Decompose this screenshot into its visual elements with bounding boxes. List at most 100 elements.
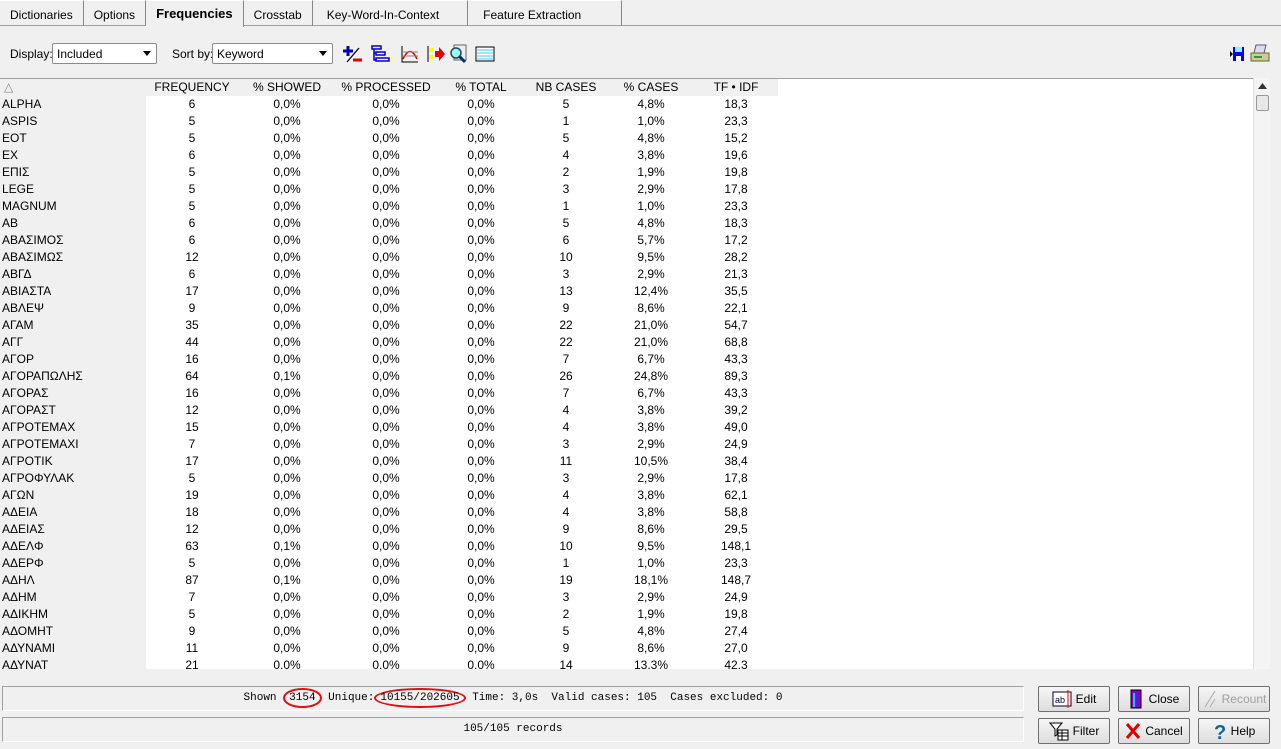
value-cell: 18 [185, 505, 199, 519]
value-cell: 19,8 [724, 165, 748, 179]
table-row[interactable]: ALPHA 6 0,0% 0,0% 0,0% 5 4,8% 18,3 [0, 96, 780, 113]
shown-label: Shown [243, 692, 277, 704]
value-cell: 0,0% [372, 216, 400, 230]
close-button[interactable]: Close [1118, 686, 1190, 712]
filter-button[interactable]: Filter [1038, 718, 1110, 744]
help-button[interactable]: ? Help [1198, 718, 1270, 744]
table-row[interactable]: ΑΓΡΟΤΕΜΑΧΙ 7 0,0% 0,0% 0,0% 3 2,9% 24,9 [0, 436, 780, 453]
value-cell: 5 [188, 607, 196, 621]
value-cell: 0,0% [372, 454, 400, 468]
value-cell: 42,3 [724, 658, 748, 669]
recount-button[interactable]: Recount [1198, 686, 1270, 712]
table-row[interactable]: ΑΔΟΜΗΤ 9 0,0% 0,0% 0,0% 5 4,8% 27,4 [0, 623, 780, 640]
value-cell: 0,0% [372, 607, 400, 621]
table-row[interactable]: ΑΓΡΟΦΥΛΑΚ 5 0,0% 0,0% 0,0% 3 2,9% 17,8 [0, 470, 780, 487]
table-row[interactable]: ΑΔΗΛ 87 0,1% 0,0% 0,0% 19 18,1% 148,7 [0, 572, 780, 589]
table-row[interactable]: AB 6 0,0% 0,0% 0,0% 5 4,8% 18,3 [0, 215, 780, 232]
table-row[interactable]: ΑΒΓΔ 6 0,0% 0,0% 0,0% 3 2,9% 21,3 [0, 266, 780, 283]
print-icon[interactable] [1250, 44, 1270, 64]
value-cell: 7 [188, 437, 196, 451]
table-row[interactable]: ΑΔΕΛΦ 63 0,1% 0,0% 0,0% 10 9,5% 148,1 [0, 538, 780, 555]
value-cell: 148,1 [720, 539, 752, 553]
save-icon[interactable] [1225, 44, 1245, 64]
chart-icon[interactable] [400, 44, 420, 64]
table-row[interactable]: ΑΔΥΝΑΜΙ 11 0,0% 0,0% 0,0% 9 8,6% 27,0 [0, 640, 780, 657]
value-cell: 0,0% [372, 267, 400, 281]
table-row[interactable]: EOT 5 0,0% 0,0% 0,0% 5 4,8% 15,2 [0, 130, 780, 147]
table-row[interactable]: ΑΔΙΚΗΜ 5 0,0% 0,0% 0,0% 2 1,9% 19,8 [0, 606, 780, 623]
tab-frequencies[interactable]: Frequencies [146, 0, 244, 27]
tab-dictionaries[interactable]: Dictionaries [0, 0, 84, 26]
value-cell: 5 [188, 165, 196, 179]
table-row[interactable]: ΑΓΩΝ 19 0,0% 0,0% 0,0% 4 3,8% 62,1 [0, 487, 780, 504]
frequency-table[interactable]: △ FREQUENCY% SHOWED% PROCESSED% TOTAL NB C… [0, 78, 1270, 669]
cancel-button[interactable]: Cancel [1118, 718, 1190, 744]
search-document-icon[interactable] [448, 44, 468, 64]
value-cell: 0,0% [372, 522, 400, 536]
value-cell: 0,0% [273, 301, 301, 315]
display-select[interactable]: Included [52, 43, 157, 64]
value-cell: 28,2 [724, 250, 748, 264]
table-row[interactable]: ΑΔΕΡΦ 5 0,0% 0,0% 0,0% 1 1,0% 23,3 [0, 555, 780, 572]
table-row[interactable]: EX 6 0,0% 0,0% 0,0% 4 3,8% 19,6 [0, 147, 780, 164]
value-cell: 7 [188, 590, 196, 604]
value-cell: 22,1 [724, 301, 748, 315]
value-cell: 38,4 [724, 454, 748, 468]
value-cell: 12 [185, 250, 199, 264]
edit-button[interactable]: ab Edit [1038, 686, 1110, 712]
table-row[interactable]: ΑΓΟΡ 16 0,0% 0,0% 0,0% 7 6,7% 43,3 [0, 351, 780, 368]
value-cell: 17,8 [724, 182, 748, 196]
value-cell: 11 [185, 641, 199, 655]
value-cell: 0,0% [273, 233, 301, 247]
value-cell: 62,1 [724, 488, 748, 502]
tree-icon[interactable] [371, 44, 391, 64]
table-row[interactable]: ΑΒΙΑΣΤΑ 17 0,0% 0,0% 0,0% 13 12,4% 35,5 [0, 283, 780, 300]
value-cell: 0,0% [372, 471, 400, 485]
value-cell: 35,5 [724, 284, 748, 298]
table-row[interactable]: ΑΓΡΟΤΙΚ 17 0,0% 0,0% 0,0% 11 10,5% 38,4 [0, 453, 780, 470]
table-row[interactable]: ΑΔΕΙΑ 18 0,0% 0,0% 0,0% 4 3,8% 58,8 [0, 504, 780, 521]
table-row[interactable]: ΑΓΡΟΤΕΜΑΧ 15 0,0% 0,0% 0,0% 4 3,8% 49,0 [0, 419, 780, 436]
keyword-cell: ΑΓΟΡΑΣ [2, 386, 49, 400]
table-row[interactable]: ΑΓΟΡΑΠΩΛΗΣ 64 0,1% 0,0% 0,0% 26 24,8% 89,3 [0, 368, 780, 385]
filter-icon [1048, 722, 1069, 741]
table-row[interactable]: ΑΓΟΡΑΣΤ 12 0,0% 0,0% 0,0% 4 3,8% 39,2 [0, 402, 780, 419]
table-row[interactable]: ΑΓΓ 44 0,0% 0,0% 0,0% 22 21,0% 68,8 [0, 334, 780, 351]
scrollbar-thumb[interactable] [1256, 95, 1269, 111]
table-row[interactable]: ΑΔΕΙΑΣ 12 0,0% 0,0% 0,0% 9 8,6% 29,5 [0, 521, 780, 538]
list-view-icon[interactable] [475, 44, 495, 64]
table-row[interactable]: ΑΒΑΣΙΜΩΣ 12 0,0% 0,0% 0,0% 10 9,5% 28,2 [0, 249, 780, 266]
table-row[interactable]: ΕΠΙΣ 5 0,0% 0,0% 0,0% 2 1,9% 19,8 [0, 164, 780, 181]
tab-feature-extraction[interactable]: Feature Extraction [468, 0, 623, 26]
tab-crosstab[interactable]: Crosstab [243, 0, 313, 26]
table-row[interactable]: ΑΒΑΣΙΜΟΣ 6 0,0% 0,0% 0,0% 6 5,7% 17,2 [0, 232, 780, 249]
keyword-cell: ALPHA [2, 97, 42, 111]
table-row[interactable]: ΑΒΛΕΨ 9 0,0% 0,0% 0,0% 9 8,6% 22,1 [0, 300, 780, 317]
value-cell: 0,0% [273, 607, 301, 621]
sort-select[interactable]: Keyword [212, 43, 333, 64]
scroll-up-icon[interactable] [1258, 83, 1267, 89]
add-remove-icon[interactable] [343, 44, 363, 64]
value-cell: 87 [185, 573, 199, 587]
value-cell: 68,8 [724, 335, 748, 349]
table-row[interactable]: LEGE 5 0,0% 0,0% 0,0% 3 2,9% 17,8 [0, 181, 780, 198]
value-cell: 0,0% [273, 454, 301, 468]
tab-bar: Dictionaries Options Frequencies Crosstab Ke… [0, 0, 1281, 27]
keyword-cell: ASPIS [2, 114, 38, 128]
table-row[interactable]: ΑΔΥΝΑΤ 21 0,0% 0,0% 0,0% 14 13,3% 42,3 [0, 657, 780, 669]
keyword-cell: ΑΔΕΙΑΣ [2, 522, 45, 536]
vertical-scrollbar[interactable] [1253, 78, 1270, 669]
tab-options[interactable]: Options [83, 0, 147, 26]
table-row[interactable]: ASPIS 5 0,0% 0,0% 0,0% 1 1,0% 23,3 [0, 113, 780, 130]
export-arrow-icon[interactable] [425, 44, 445, 64]
value-cell: 17,2 [724, 233, 748, 247]
table-row[interactable]: ΑΔΗΜ 7 0,0% 0,0% 0,0% 3 2,9% 24,9 [0, 589, 780, 606]
keyword-cell: ΕΠΙΣ [2, 165, 30, 179]
table-row[interactable]: ΑΓΑΜ 35 0,0% 0,0% 0,0% 22 21,0% 54,7 [0, 317, 780, 334]
value-cell: 23,3 [724, 199, 748, 213]
keyword-cell: EX [2, 148, 19, 162]
table-row[interactable]: ΑΓΟΡΑΣ 16 0,0% 0,0% 0,0% 7 6,7% 43,3 [0, 385, 780, 402]
tab-key-word-in-context[interactable]: Key-Word-In-Context [312, 0, 469, 26]
column-header: % PROCESSED [341, 80, 431, 94]
table-row[interactable]: MAGNUM 5 0,0% 0,0% 0,0% 1 1,0% 23,3 [0, 198, 780, 215]
